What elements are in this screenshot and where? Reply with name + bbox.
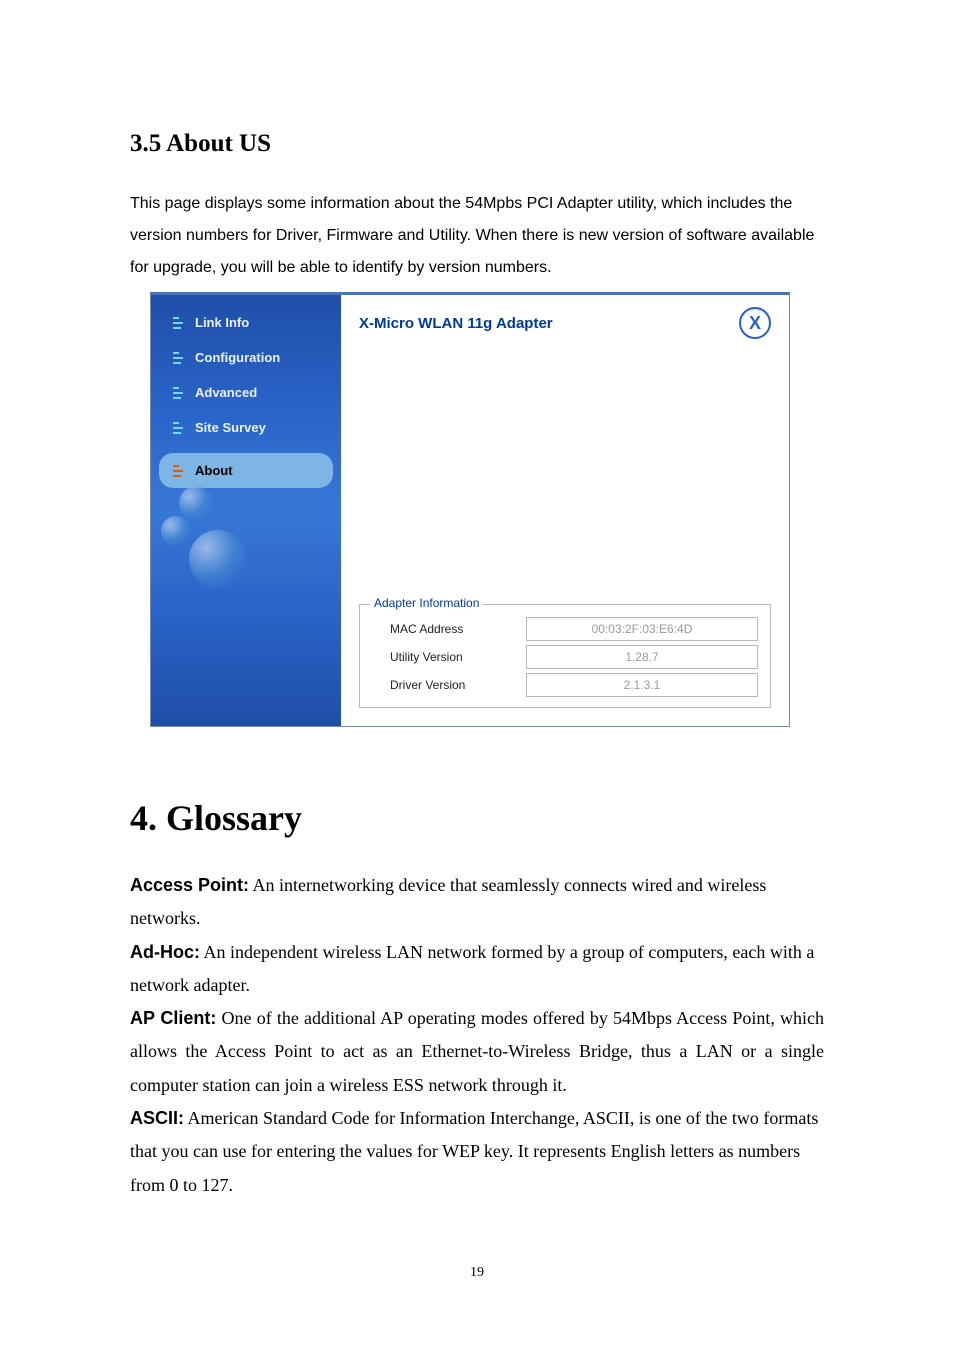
sidebar: Link Info Configuration Advanced Site Su… xyxy=(151,295,341,726)
info-value: 2.1.3.1 xyxy=(526,673,758,697)
info-row-mac: MAC Address 00:03:2F:03:E6:4D xyxy=(372,615,758,643)
panel-title: X-Micro WLAN 11g Adapter xyxy=(359,315,553,332)
info-value: 1.28.7 xyxy=(526,645,758,669)
sidebar-item-advanced[interactable]: Advanced xyxy=(151,375,341,410)
sidebar-decoration xyxy=(161,486,281,626)
info-row-utility: Utility Version 1.28.7 xyxy=(372,643,758,671)
info-value: 00:03:2F:03:E6:4D xyxy=(526,617,758,641)
glossary-term: AP Client: xyxy=(130,1008,216,1028)
glossary-term: Access Point: xyxy=(130,875,249,895)
glossary-term: Ad-Hoc: xyxy=(130,942,200,962)
sidebar-item-configuration[interactable]: Configuration xyxy=(151,340,341,375)
sidebar-item-label: Link Info xyxy=(195,315,249,330)
bars-icon xyxy=(173,317,187,329)
fieldset-legend: Adapter Information xyxy=(370,596,483,610)
app-window: Link Info Configuration Advanced Site Su… xyxy=(150,292,790,727)
sidebar-item-site-survey[interactable]: Site Survey xyxy=(151,410,341,445)
info-row-driver: Driver Version 2.1.3.1 xyxy=(372,671,758,699)
info-label: MAC Address xyxy=(372,622,463,636)
bars-icon xyxy=(173,387,187,399)
info-label: Driver Version xyxy=(372,678,465,692)
sidebar-item-about[interactable]: About xyxy=(159,453,333,488)
intro-paragraph: This page displays some information abou… xyxy=(130,188,824,284)
glossary-definition: American Standard Code for Information I… xyxy=(130,1108,818,1195)
glossary-definition: One of the additional AP operating modes… xyxy=(130,1008,824,1095)
sidebar-item-label: Configuration xyxy=(195,350,280,365)
adapter-info-fieldset: Adapter Information MAC Address 00:03:2F… xyxy=(359,604,771,708)
glossary-entry: Ad-Hoc: An independent wireless LAN netw… xyxy=(130,936,824,1003)
content-panel: X-Micro WLAN 11g Adapter X Adapter Infor… xyxy=(341,295,789,726)
sidebar-item-label: About xyxy=(195,463,233,478)
bars-icon xyxy=(173,422,187,434)
glossary-entry: AP Client: One of the additional AP oper… xyxy=(130,1002,824,1102)
bars-icon xyxy=(173,352,187,364)
glossary-definition: An independent wireless LAN network form… xyxy=(130,942,814,995)
close-button[interactable]: X xyxy=(739,307,771,339)
glossary-block: Access Point: An internetworking device … xyxy=(130,869,824,1202)
glossary-term: ASCII: xyxy=(130,1108,184,1128)
bars-icon xyxy=(173,465,187,477)
sidebar-item-link-info[interactable]: Link Info xyxy=(151,305,341,340)
glossary-heading: 4. Glossary xyxy=(130,797,824,839)
sidebar-item-label: Advanced xyxy=(195,385,257,400)
glossary-entry: ASCII: American Standard Code for Inform… xyxy=(130,1102,824,1202)
page-number: 19 xyxy=(0,1265,954,1281)
glossary-entry: Access Point: An internetworking device … xyxy=(130,869,824,936)
close-icon: X xyxy=(749,313,761,334)
info-label: Utility Version xyxy=(372,650,463,664)
section-heading: 3.5 About US xyxy=(130,130,824,158)
sidebar-item-label: Site Survey xyxy=(195,420,266,435)
